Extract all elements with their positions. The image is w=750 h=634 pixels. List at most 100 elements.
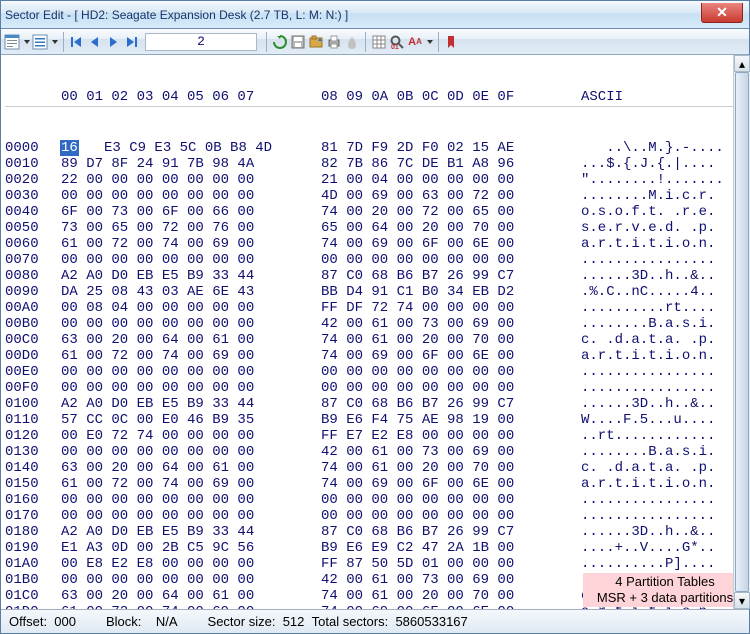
bytes-right[interactable]: 42 00 61 00 73 00 69 00 bbox=[321, 316, 581, 332]
ascii-cell[interactable]: s.e.r.v.e.d. .p. bbox=[581, 220, 749, 236]
bytes-right[interactable]: 00 00 00 00 00 00 00 00 bbox=[321, 252, 581, 268]
hex-row[interactable]: 011057 CC 0C 00 E0 46 B9 35B9 E6 F4 75 A… bbox=[5, 412, 749, 428]
ascii-cell[interactable]: ..rt............ bbox=[581, 428, 749, 444]
save-icon[interactable] bbox=[290, 34, 306, 50]
bytes-right[interactable]: 00 00 00 00 00 00 00 00 bbox=[321, 380, 581, 396]
sector-input[interactable] bbox=[145, 33, 257, 51]
bytes-left[interactable]: 16 E3 C9 E3 5C 0B B8 4D bbox=[61, 140, 321, 156]
ascii-cell[interactable]: ..........P].... bbox=[581, 556, 749, 572]
ascii-cell[interactable]: ................ bbox=[581, 364, 749, 380]
hex-row[interactable]: 006061 00 72 00 74 00 69 0074 00 69 00 6… bbox=[5, 236, 749, 252]
bytes-left[interactable]: 73 00 65 00 72 00 76 00 bbox=[61, 220, 321, 236]
bytes-left[interactable]: DA 25 08 43 03 AE 6E 43 bbox=[61, 284, 321, 300]
bytes-right[interactable]: B9 E6 F4 75 AE 98 19 00 bbox=[321, 412, 581, 428]
bytes-left[interactable]: 00 00 00 00 00 00 00 00 bbox=[61, 252, 321, 268]
bytes-left[interactable]: 22 00 00 00 00 00 00 00 bbox=[61, 172, 321, 188]
close-button[interactable]: ✕ bbox=[701, 3, 743, 23]
bytes-right[interactable]: 74 00 69 00 6F 00 6E 00 bbox=[321, 476, 581, 492]
refresh-icon[interactable] bbox=[272, 34, 288, 50]
dropdown-icon[interactable] bbox=[24, 40, 30, 44]
bytes-left[interactable]: 00 00 00 00 00 00 00 00 bbox=[61, 380, 321, 396]
hex-row[interactable]: 003000 00 00 00 00 00 00 004D 00 69 00 6… bbox=[5, 188, 749, 204]
bytes-right[interactable]: 81 7D F9 2D F0 02 15 AE bbox=[321, 140, 581, 156]
ascii-cell[interactable]: o.s.o.f.t. .r.e. bbox=[581, 204, 749, 220]
hex-row[interactable]: 012000 E0 72 74 00 00 00 00FF E7 E2 E8 0… bbox=[5, 428, 749, 444]
bytes-right[interactable]: FF 87 50 5D 01 00 00 00 bbox=[321, 556, 581, 572]
options-icon[interactable] bbox=[4, 34, 20, 50]
ascii-cell[interactable]: ........B.a.s.i. bbox=[581, 316, 749, 332]
selected-byte[interactable]: 16 bbox=[60, 140, 79, 156]
bytes-left[interactable]: 00 00 00 00 00 00 00 00 bbox=[61, 572, 321, 588]
ascii-cell[interactable]: ........M.i.c.r. bbox=[581, 188, 749, 204]
dropdown-icon[interactable] bbox=[52, 40, 58, 44]
bytes-right[interactable]: 21 00 04 00 00 00 00 00 bbox=[321, 172, 581, 188]
ascii-cell[interactable]: "........!....... bbox=[581, 172, 749, 188]
hex-row[interactable]: 00F000 00 00 00 00 00 00 0000 00 00 00 0… bbox=[5, 380, 749, 396]
hex-row[interactable]: 002022 00 00 00 00 00 00 0021 00 04 00 0… bbox=[5, 172, 749, 188]
bytes-right[interactable]: 42 00 61 00 73 00 69 00 bbox=[321, 444, 581, 460]
bytes-left[interactable]: A2 A0 D0 EB E5 B9 33 44 bbox=[61, 268, 321, 284]
bytes-right[interactable]: 74 00 61 00 20 00 70 00 bbox=[321, 332, 581, 348]
ascii-cell[interactable]: ......3D..h..&.. bbox=[581, 268, 749, 284]
ascii-cell[interactable]: ........B.a.s.i. bbox=[581, 444, 749, 460]
ascii-cell[interactable]: c. .d.a.t.a. .p. bbox=[581, 332, 749, 348]
bytes-left[interactable]: 00 00 00 00 00 00 00 00 bbox=[61, 444, 321, 460]
hex-row[interactable]: 0090DA 25 08 43 03 AE 6E 43BB D4 91 C1 B… bbox=[5, 284, 749, 300]
bytes-right[interactable]: 74 00 69 00 6F 00 6E 00 bbox=[321, 236, 581, 252]
hex-row[interactable]: 0080A2 A0 D0 EB E5 B9 33 4487 C0 68 B6 B… bbox=[5, 268, 749, 284]
ascii-cell[interactable]: ......3D..h..&.. bbox=[581, 524, 749, 540]
hex-row[interactable]: 00B000 00 00 00 00 00 00 0042 00 61 00 7… bbox=[5, 316, 749, 332]
hex-row[interactable]: 005073 00 65 00 72 00 76 0065 00 64 00 2… bbox=[5, 220, 749, 236]
ascii-cell[interactable]: .%.C..nC.....4.. bbox=[581, 284, 749, 300]
bytes-left[interactable]: 6F 00 73 00 6F 00 66 00 bbox=[61, 204, 321, 220]
bytes-left[interactable]: 00 00 00 00 00 00 00 00 bbox=[61, 508, 321, 524]
scroll-down-icon[interactable]: ▾ bbox=[734, 592, 750, 609]
prev-icon[interactable] bbox=[87, 34, 103, 50]
bytes-right[interactable]: 87 C0 68 B6 B7 26 99 C7 bbox=[321, 524, 581, 540]
bytes-right[interactable]: 00 00 00 00 00 00 00 00 bbox=[321, 492, 581, 508]
hex-row[interactable]: 01A000 E8 E2 E8 00 00 00 00FF 87 50 5D 0… bbox=[5, 556, 749, 572]
bytes-right[interactable]: 00 00 00 00 00 00 00 00 bbox=[321, 508, 581, 524]
hex-row[interactable]: 0190E1 A3 0D 00 2B C5 9C 56B9 E6 E9 C2 4… bbox=[5, 540, 749, 556]
ascii-cell[interactable]: ................ bbox=[581, 492, 749, 508]
bytes-left[interactable]: 63 00 20 00 64 00 61 00 bbox=[61, 460, 321, 476]
bytes-right[interactable]: B9 E6 E9 C2 47 2A 1B 00 bbox=[321, 540, 581, 556]
hex-row[interactable]: 001089 D7 8F 24 91 7B 98 4A82 7B 86 7C D… bbox=[5, 156, 749, 172]
bytes-left[interactable]: 00 00 00 00 00 00 00 00 bbox=[61, 364, 321, 380]
hex-row[interactable]: 016000 00 00 00 00 00 00 0000 00 00 00 0… bbox=[5, 492, 749, 508]
hex-row[interactable]: 00C063 00 20 00 64 00 61 0074 00 61 00 2… bbox=[5, 332, 749, 348]
bookmark-icon[interactable] bbox=[444, 34, 460, 50]
bytes-right[interactable]: 74 00 69 00 6F 00 6E 00 bbox=[321, 348, 581, 364]
ascii-cell[interactable]: W....F.5...u.... bbox=[581, 412, 749, 428]
menu-icon[interactable] bbox=[32, 34, 48, 50]
bytes-right[interactable]: 00 00 00 00 00 00 00 00 bbox=[321, 364, 581, 380]
ascii-cell[interactable]: ..........rt.... bbox=[581, 300, 749, 316]
hex-row[interactable]: 017000 00 00 00 00 00 00 0000 00 00 00 0… bbox=[5, 508, 749, 524]
bytes-left[interactable]: E1 A3 0D 00 2B C5 9C 56 bbox=[61, 540, 321, 556]
last-icon[interactable] bbox=[123, 34, 139, 50]
export-icon[interactable] bbox=[308, 34, 324, 50]
hex-row[interactable]: 015061 00 72 00 74 00 69 0074 00 69 00 6… bbox=[5, 476, 749, 492]
bytes-right[interactable]: 87 C0 68 B6 B7 26 99 C7 bbox=[321, 396, 581, 412]
bytes-right[interactable]: 74 00 69 00 6F 00 6E 00 bbox=[321, 604, 581, 609]
next-icon[interactable] bbox=[105, 34, 121, 50]
bytes-left[interactable]: 00 00 00 00 00 00 00 00 bbox=[61, 188, 321, 204]
bytes-left[interactable]: A2 A0 D0 EB E5 B9 33 44 bbox=[61, 396, 321, 412]
print-icon[interactable] bbox=[326, 34, 342, 50]
ascii-cell[interactable]: ....+..V....G*.. bbox=[581, 540, 749, 556]
first-icon[interactable] bbox=[69, 34, 85, 50]
bytes-left[interactable]: 00 E0 72 74 00 00 00 00 bbox=[61, 428, 321, 444]
bytes-left[interactable]: 63 00 20 00 64 00 61 00 bbox=[61, 588, 321, 604]
bytes-right[interactable]: 74 00 61 00 20 00 70 00 bbox=[321, 460, 581, 476]
bytes-left[interactable]: 61 00 72 00 74 00 69 00 bbox=[61, 348, 321, 364]
ascii-cell[interactable]: c. .d.a.t.a. .p. bbox=[581, 460, 749, 476]
bytes-left[interactable]: 00 00 00 00 00 00 00 00 bbox=[61, 316, 321, 332]
bytes-left[interactable]: 00 E8 E2 E8 00 00 00 00 bbox=[61, 556, 321, 572]
bytes-left[interactable]: 57 CC 0C 00 E0 46 B9 35 bbox=[61, 412, 321, 428]
hex-row[interactable]: 007000 00 00 00 00 00 00 0000 00 00 00 0… bbox=[5, 252, 749, 268]
ascii-cell[interactable]: ..\..M.}.-.... bbox=[581, 140, 749, 156]
hex-row[interactable]: 013000 00 00 00 00 00 00 0042 00 61 00 7… bbox=[5, 444, 749, 460]
hex-row[interactable]: 000016 E3 C9 E3 5C 0B B8 4D81 7D F9 2D F… bbox=[5, 140, 749, 156]
scroll-up-icon[interactable]: ▴ bbox=[734, 55, 750, 72]
hex-row[interactable]: 00E000 00 00 00 00 00 00 0000 00 00 00 0… bbox=[5, 364, 749, 380]
